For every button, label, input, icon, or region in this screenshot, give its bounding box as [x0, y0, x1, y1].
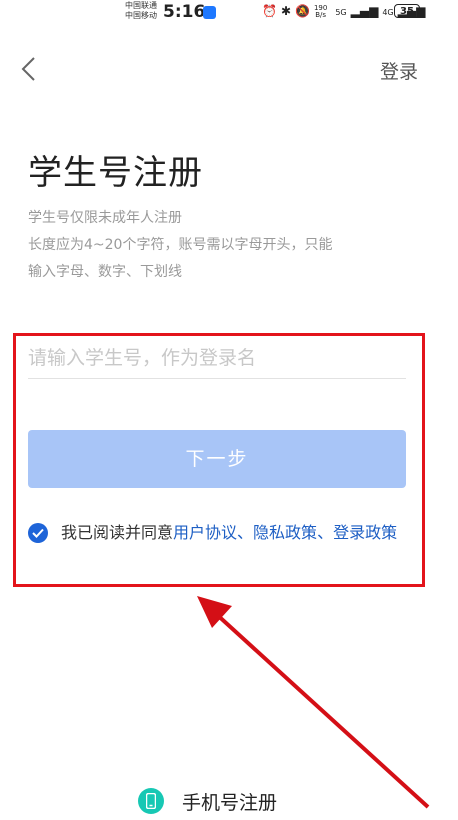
- annotation-arrow: [197, 596, 430, 809]
- phone-icon: [138, 788, 164, 814]
- phone-register-label: 手机号注册: [182, 792, 278, 814]
